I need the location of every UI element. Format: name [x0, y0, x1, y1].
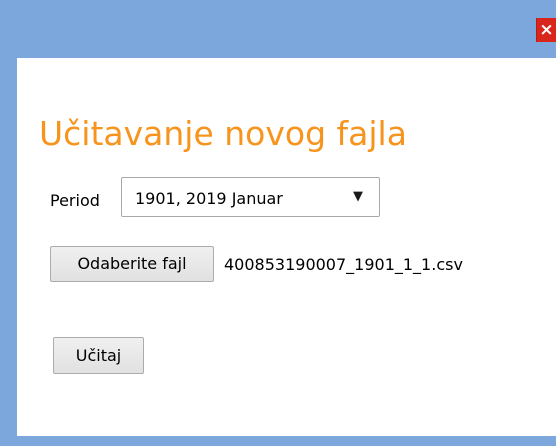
choose-file-button[interactable]: Odaberite fajl — [50, 246, 214, 282]
chevron-down-icon: ▼ — [353, 189, 363, 204]
dialog-heading: Učitavanje novog fajla — [39, 114, 407, 153]
dialog-titlebar[interactable]: × — [0, 0, 556, 58]
close-icon[interactable]: × — [536, 18, 556, 42]
period-selected-value: 1901, 2019 Januar — [135, 189, 283, 208]
selected-file-name: 400853190007_1901_1_1.csv — [224, 255, 463, 274]
period-select[interactable]: 1901, 2019 Januar ▼ — [121, 177, 380, 217]
period-label: Period — [50, 191, 100, 210]
load-button[interactable]: Učitaj — [53, 337, 144, 374]
upload-dialog: × Učitavanje novog fajla Period 1901, 20… — [0, 0, 556, 446]
dialog-body: Učitavanje novog fajla Period 1901, 2019… — [17, 58, 556, 436]
